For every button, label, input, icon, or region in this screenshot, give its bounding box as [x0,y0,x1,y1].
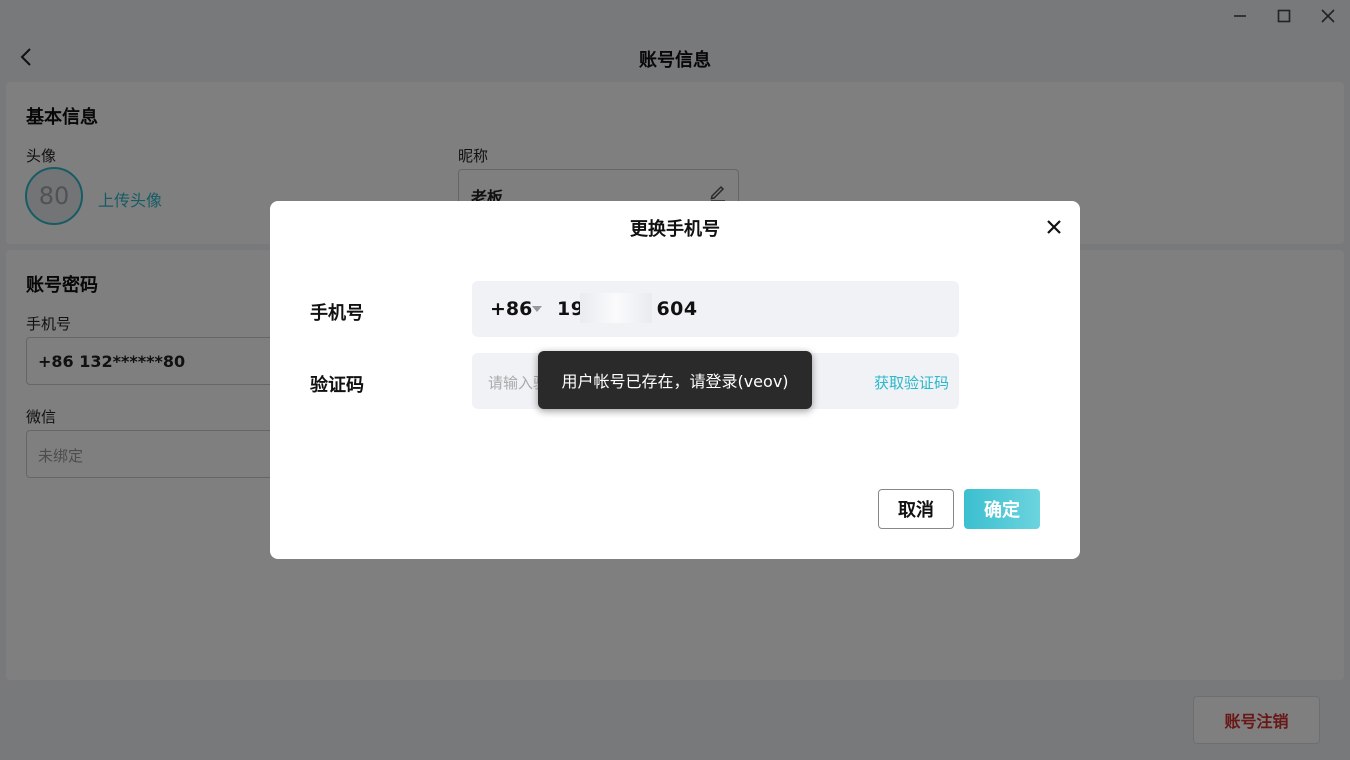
dialog-code-label: 验证码 [310,375,364,396]
toast-message: 用户帐号已存在，请登录(veov) [538,351,812,409]
close-icon[interactable] [1042,215,1066,239]
dialog-title: 更换手机号 [630,219,720,240]
phone-mask [580,293,652,323]
dialog-phone-label: 手机号 [310,303,364,324]
cancel-button[interactable]: 取消 [878,489,954,529]
caret-down-icon[interactable] [532,306,542,312]
get-code-button[interactable]: 获取验证码 [874,372,949,393]
country-code-select[interactable]: +86 [490,298,532,320]
confirm-button[interactable]: 确定 [964,489,1040,529]
new-phone-input[interactable]: +86 19 604 [472,281,959,337]
